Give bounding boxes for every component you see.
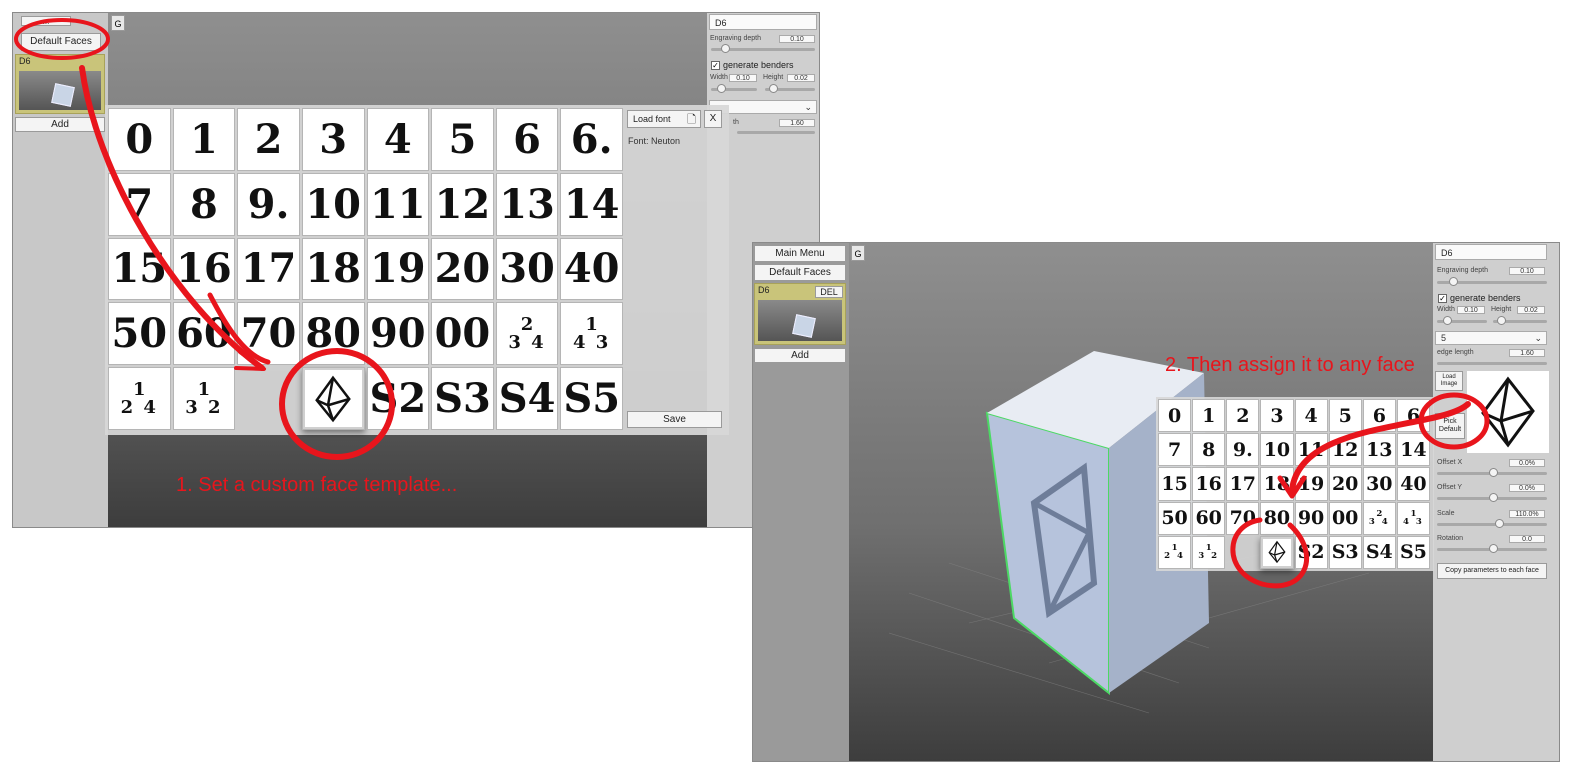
highlight-circle (1230, 517, 1310, 589)
highlight-circle (279, 348, 395, 460)
step2-annotation: 2. Then assign it to any face (1165, 354, 1415, 376)
annotation-overlay (14, 18, 1490, 589)
highlight-circle (14, 18, 110, 60)
step1-annotation: 1. Set a custom face template... (176, 474, 458, 496)
arrow-stroke (79, 65, 265, 371)
